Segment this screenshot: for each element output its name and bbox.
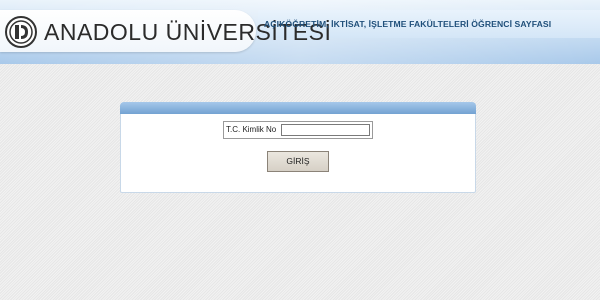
id-number-label: T.C. Kimlik No <box>226 125 277 134</box>
page-subtitle: AÇIKÖĞRETİM, İKTİSAT, İŞLETME FAKÜLTELER… <box>264 19 552 29</box>
id-number-input[interactable] <box>281 124 370 136</box>
login-button[interactable]: GİRİŞ <box>267 151 329 172</box>
id-number-field-group: T.C. Kimlik No <box>223 121 373 139</box>
university-logo-icon <box>5 16 37 48</box>
